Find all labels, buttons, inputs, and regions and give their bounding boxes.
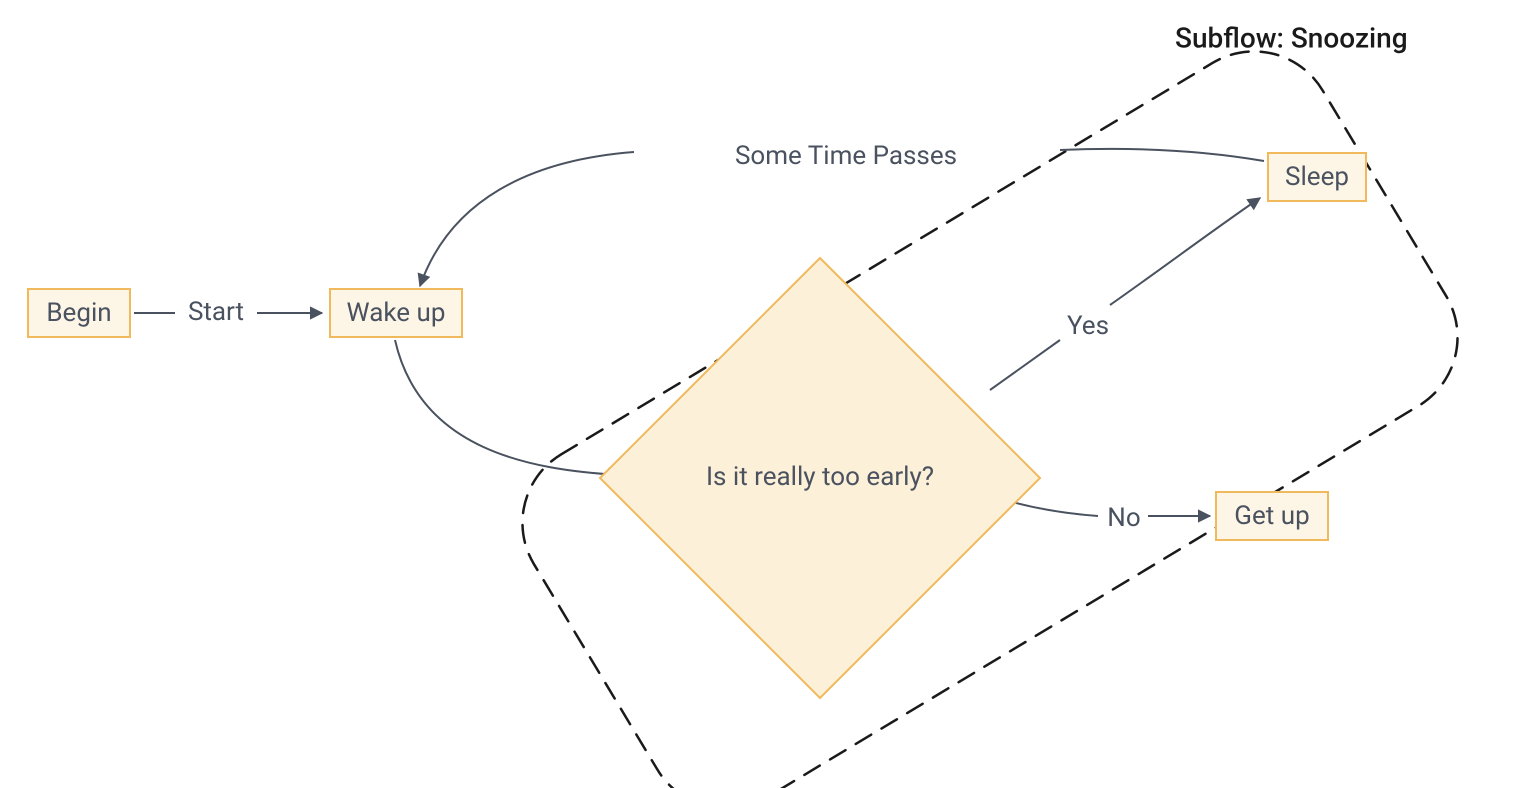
node-decision: Is it really too early? [600, 258, 1040, 698]
node-sleep: Sleep [1268, 153, 1366, 201]
edge-loop-label: Some Time Passes [735, 141, 957, 171]
subflow-boundary [493, 22, 1488, 788]
node-decision-label: Is it really too early? [706, 462, 934, 492]
edge-start-label: Start [188, 297, 244, 327]
node-wakeup-label: Wake up [347, 298, 446, 328]
edge-wakeup-to-decision [395, 340, 620, 475]
flowchart-canvas: Subflow: Snoozing Start Yes No Some Time… [0, 0, 1540, 788]
node-begin: Begin [28, 289, 130, 337]
edge-yes-label: Yes [1067, 311, 1109, 341]
node-sleep-label: Sleep [1285, 162, 1349, 192]
subflow-title: Subflow: Snoozing [1175, 21, 1408, 54]
node-wakeup: Wake up [330, 289, 462, 337]
edge-no: No [1005, 500, 1210, 533]
node-getup: Get up [1216, 492, 1328, 540]
edge-yes: Yes [990, 198, 1260, 390]
edge-loop: Some Time Passes [420, 141, 1264, 286]
node-getup-label: Get up [1234, 501, 1309, 531]
edge-start: Start [134, 297, 322, 327]
edge-no-label: No [1107, 503, 1140, 533]
node-begin-label: Begin [46, 298, 111, 328]
